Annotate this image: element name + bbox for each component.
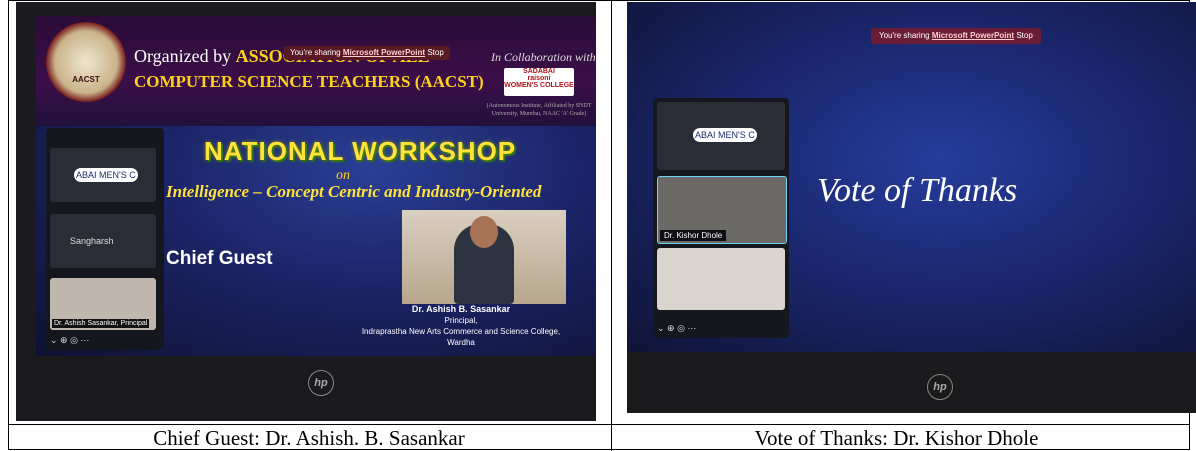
- sharing-bar[interactable]: You're sharing Microsoft PowerPoint Stop: [284, 46, 450, 60]
- participant-name: Dr. Ashish Sasankar, Principal: [52, 319, 150, 328]
- guest-face: [470, 216, 498, 248]
- caption-right: Vote of Thanks: Dr. Kishor Dhole: [754, 426, 1039, 450]
- aacst-seal-logo: AACST: [46, 22, 126, 102]
- sharing-text: You're sharing: [879, 31, 930, 40]
- laptop-screen: You're sharing Microsoft PowerPoint Stop…: [627, 2, 1196, 352]
- hp-logo-icon: hp: [308, 370, 334, 396]
- workshop-title: NATIONAL WORKSHOP: [204, 136, 517, 166]
- participant-tile[interactable]: ABAI MEN'S C: [50, 148, 156, 202]
- guest-name: Dr. Ashish B. Sasankar: [411, 304, 511, 314]
- sharing-text: You're sharing: [290, 48, 341, 57]
- participant-tile[interactable]: Sangharsh: [50, 214, 156, 268]
- collaboration-label: In Collaboration with: [491, 50, 596, 64]
- participant-tile[interactable]: ABAI MEN'S C: [657, 102, 785, 170]
- guest-city: Wardha: [447, 338, 475, 347]
- college-logo-line3: WOMEN'S COLLEGE: [504, 82, 574, 89]
- photo-vote-of-thanks: You're sharing Microsoft PowerPoint Stop…: [627, 2, 1196, 413]
- participant-name: Sangharsh: [70, 236, 114, 246]
- sharing-bar[interactable]: You're sharing Microsoft PowerPoint Stop: [871, 28, 1041, 44]
- table-row-divider: [9, 424, 1189, 425]
- participants-panel: ABAI MEN'S C Sangharsh Dr. Ashish Sasank…: [46, 128, 164, 350]
- participant-tile-video[interactable]: Dr. Ashish Sasankar, Principal: [50, 278, 156, 330]
- laptop-screen: AACST Organized by ASSOCIATION OF ALL CO…: [36, 16, 596, 356]
- guest-portrait: [402, 210, 566, 304]
- hp-logo-icon: hp: [927, 374, 953, 400]
- participant-name: Dr. Kishor Dhole: [660, 230, 727, 241]
- photo-chief-guest: AACST Organized by ASSOCIATION OF ALL CO…: [16, 2, 596, 421]
- vote-of-thanks-title: Vote of Thanks: [817, 172, 1018, 209]
- chief-guest-heading: Chief Guest: [166, 248, 273, 269]
- guest-details: Dr. Ashish B. Sasankar Principal, Indrap…: [336, 304, 586, 348]
- college-logo-line1: SADABAI: [523, 68, 555, 75]
- participant-tile-label: ABAI MEN'S C: [693, 128, 757, 142]
- meeting-controls[interactable]: ⌄ ⊕ ◎ ⋯: [657, 323, 696, 334]
- stop-sharing-button[interactable]: Stop: [1016, 31, 1032, 40]
- participants-panel: ABAI MEN'S C Dr. Kishor Dhole ⌄ ⊕ ◎ ⋯: [653, 98, 789, 338]
- organizer-name-line2: COMPUTER SCIENCE TEACHERS (AACST): [134, 72, 484, 91]
- participant-tile-video[interactable]: [657, 248, 785, 310]
- caption-left: Chief Guest: Dr. Ashish. B. Sasankar: [153, 426, 465, 450]
- participant-tile-label: ABAI MEN'S C: [74, 168, 138, 182]
- organized-prefix: Organized by: [134, 46, 232, 66]
- sharing-app: Microsoft PowerPoint: [931, 31, 1015, 40]
- college-affiliation: (Autonomous Institute, Affiliated by SND…: [486, 103, 592, 117]
- participant-tile-speaking[interactable]: Dr. Kishor Dhole: [657, 176, 787, 244]
- college-logo: SADABAI raisoni WOMEN'S COLLEGE: [504, 68, 574, 96]
- guest-title: Principal,: [444, 316, 478, 325]
- seal-text: AACST: [72, 75, 100, 84]
- guest-college: Indraprastha New Arts Commerce and Scien…: [361, 327, 561, 336]
- slide-banner: AACST Organized by ASSOCIATION OF ALL CO…: [36, 16, 596, 126]
- workshop-topic: Intelligence – Concept Centric and Indus…: [166, 182, 542, 201]
- table-column-divider: [611, 1, 612, 451]
- college-logo-line2: raisoni: [527, 75, 551, 82]
- stop-sharing-button[interactable]: Stop: [427, 48, 443, 57]
- meeting-controls[interactable]: ⌄ ⊕ ◎ ⋯: [50, 335, 89, 346]
- sharing-app: Microsoft PowerPoint: [342, 48, 426, 57]
